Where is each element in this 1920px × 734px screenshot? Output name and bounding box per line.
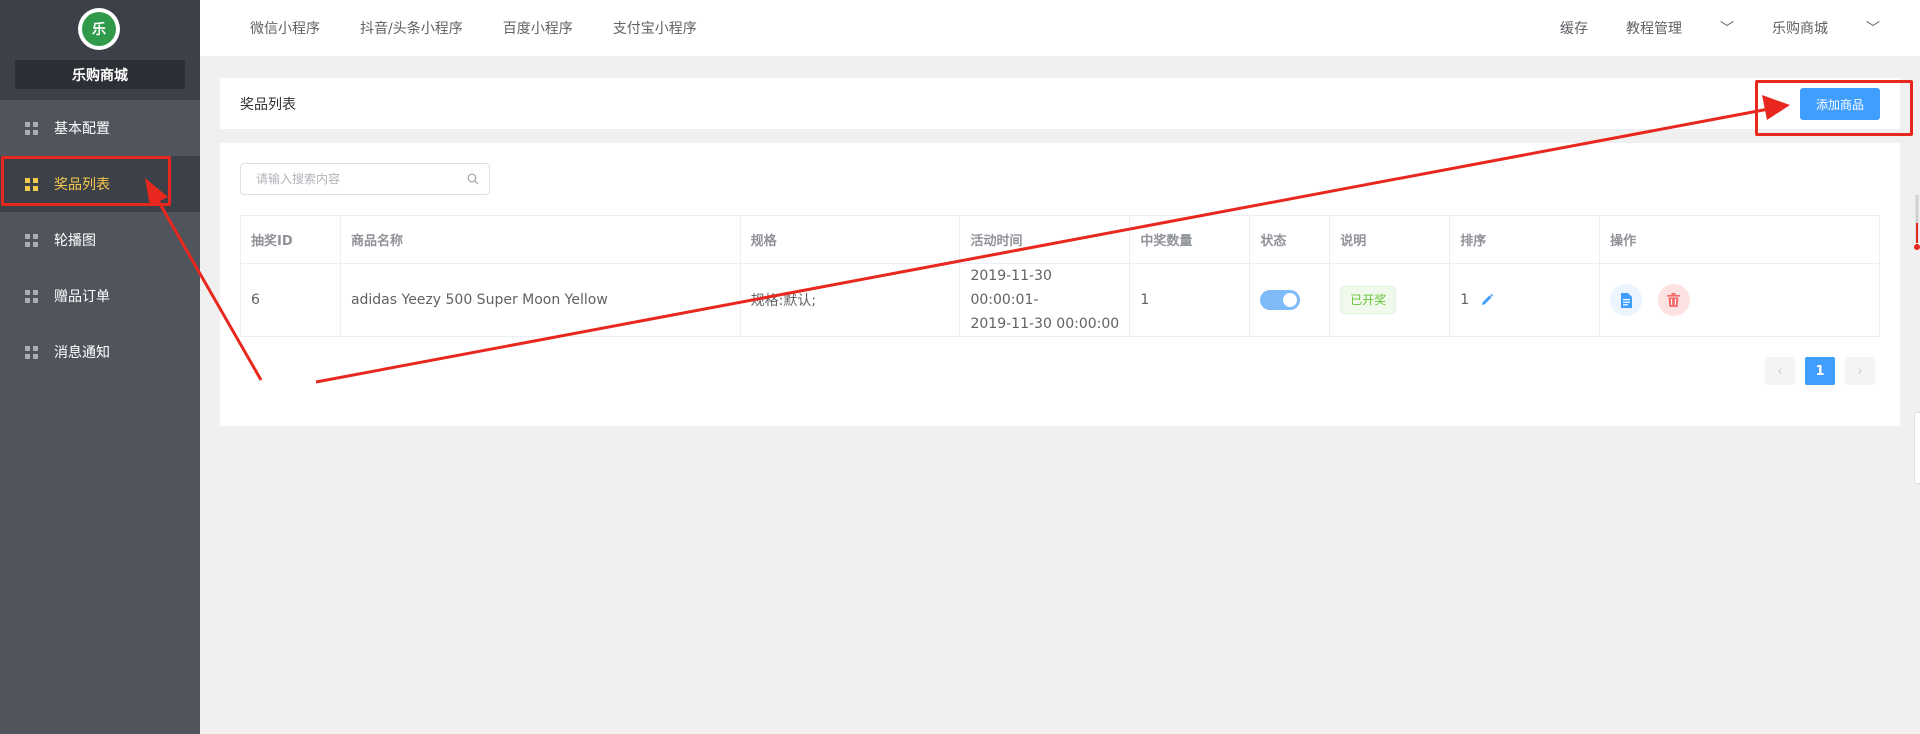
sidebar-item-carousel[interactable]: 轮播图 [0, 212, 200, 268]
table-header-row: 抽奖ID 商品名称 规格 活动时间 中奖数量 状态 说明 排序 操作 [240, 215, 1880, 264]
cell-spec: 规格:默认; [739, 263, 961, 337]
cache-link[interactable]: 缓存 [1560, 18, 1588, 38]
thermometer-icon[interactable] [1914, 195, 1920, 253]
cell-name: adidas Yeezy 500 Super Moon Yellow [339, 263, 741, 337]
time-start: 2019-11-30 00:00:01- [970, 268, 1052, 308]
delete-button[interactable] [1657, 284, 1690, 316]
next-page-button[interactable]: › [1845, 357, 1875, 385]
top-link-baidu[interactable]: 百度小程序 [503, 18, 573, 38]
view-button[interactable] [1610, 284, 1643, 316]
top-link-alipay[interactable]: 支付宝小程序 [613, 18, 697, 38]
sidebar-item-gift-orders[interactable]: 赠品订单 [0, 268, 200, 324]
shop-menu[interactable]: 乐购商城 ﹀ [1772, 18, 1880, 38]
prev-page-button[interactable]: ‹ [1765, 357, 1795, 385]
top-link-wechat[interactable]: 微信小程序 [250, 18, 320, 38]
shop-logo: 乐 [78, 8, 120, 50]
sidebar-item-label: 轮播图 [54, 233, 96, 249]
chevron-down-icon: ﹀ [1720, 21, 1734, 37]
sort-value: 1 [1460, 292, 1470, 308]
cell-note: 已开奖 [1329, 263, 1451, 337]
time-end: 2019-11-30 00:00:00 [970, 316, 1120, 332]
logo-mark: 乐 [82, 12, 116, 46]
top-right-menu: 缓存 教程管理 ﹀ 乐购商城 ﹀ [1522, 0, 1880, 56]
col-header-note: 说明 [1329, 215, 1451, 264]
page-number[interactable]: 1 [1805, 357, 1835, 385]
sidebar: 乐 乐购商城 基本配置 奖品列表 轮播图 赠品订单 消息通知 [0, 0, 200, 734]
annotation-box-add-button [1755, 80, 1913, 136]
col-header-time: 活动时间 [959, 215, 1131, 264]
col-header-id: 抽奖ID [240, 215, 341, 264]
grid-icon [25, 233, 38, 247]
cell-actions [1599, 263, 1880, 337]
col-header-sort: 排序 [1449, 215, 1601, 264]
search-icon[interactable] [467, 173, 479, 185]
cell-status [1249, 263, 1331, 337]
sidebar-item-label: 赠品订单 [54, 289, 110, 305]
status-toggle[interactable] [1260, 290, 1301, 310]
sidebar-item-label: 消息通知 [54, 345, 110, 361]
search-input[interactable] [241, 164, 451, 194]
page-header: 奖品列表 添加商品 [220, 78, 1900, 130]
grid-icon [25, 289, 38, 303]
table-row: 6 adidas Yeezy 500 Super Moon Yellow 规格:… [240, 263, 1880, 337]
grid-icon [25, 345, 38, 359]
chevron-down-icon: ﹀ [1866, 21, 1880, 37]
top-link-douyin[interactable]: 抖音/头条小程序 [360, 18, 463, 38]
col-header-spec: 规格 [739, 215, 961, 264]
shop-label: 乐购商城 [1772, 21, 1828, 37]
col-header-name: 商品名称 [339, 215, 741, 264]
tutorial-label: 教程管理 [1626, 21, 1682, 37]
tutorial-menu[interactable]: 教程管理 ﹀ [1626, 18, 1734, 38]
prize-table: 抽奖ID 商品名称 规格 活动时间 中奖数量 状态 说明 排序 操作 6 adi… [240, 215, 1880, 337]
pagination: ‹ 1 › [1755, 357, 1875, 385]
status-badge: 已开奖 [1340, 286, 1397, 314]
search-box [240, 163, 490, 195]
pencil-icon[interactable] [1480, 293, 1494, 307]
prize-list-card: 抽奖ID 商品名称 规格 活动时间 中奖数量 状态 说明 排序 操作 6 adi… [220, 143, 1900, 426]
sidebar-item-label: 基本配置 [54, 121, 110, 137]
trash-icon [1667, 293, 1681, 307]
col-header-actions: 操作 [1599, 215, 1880, 264]
cell-time: 2019-11-30 00:00:01- 2019-11-30 00:00:00 [959, 263, 1131, 337]
grid-icon [25, 121, 38, 135]
col-header-win-count: 中奖数量 [1129, 215, 1251, 264]
cell-id: 6 [240, 263, 341, 337]
top-nav: 微信小程序 抖音/头条小程序 百度小程序 支付宝小程序 缓存 教程管理 ﹀ 乐购商… [200, 0, 1920, 56]
logo-area: 乐 乐购商城 [0, 0, 200, 100]
sidebar-item-notifications[interactable]: 消息通知 [0, 324, 200, 380]
page-title: 奖品列表 [240, 97, 296, 113]
col-header-status: 状态 [1249, 215, 1331, 264]
cell-sort: 1 [1449, 263, 1601, 337]
sidebar-item-basic-config[interactable]: 基本配置 [0, 100, 200, 156]
side-tab[interactable] [1914, 412, 1920, 484]
shop-name: 乐购商城 [15, 60, 185, 89]
cell-win-count: 1 [1129, 263, 1251, 337]
annotation-box-menu [1, 156, 171, 206]
document-icon [1620, 292, 1632, 308]
